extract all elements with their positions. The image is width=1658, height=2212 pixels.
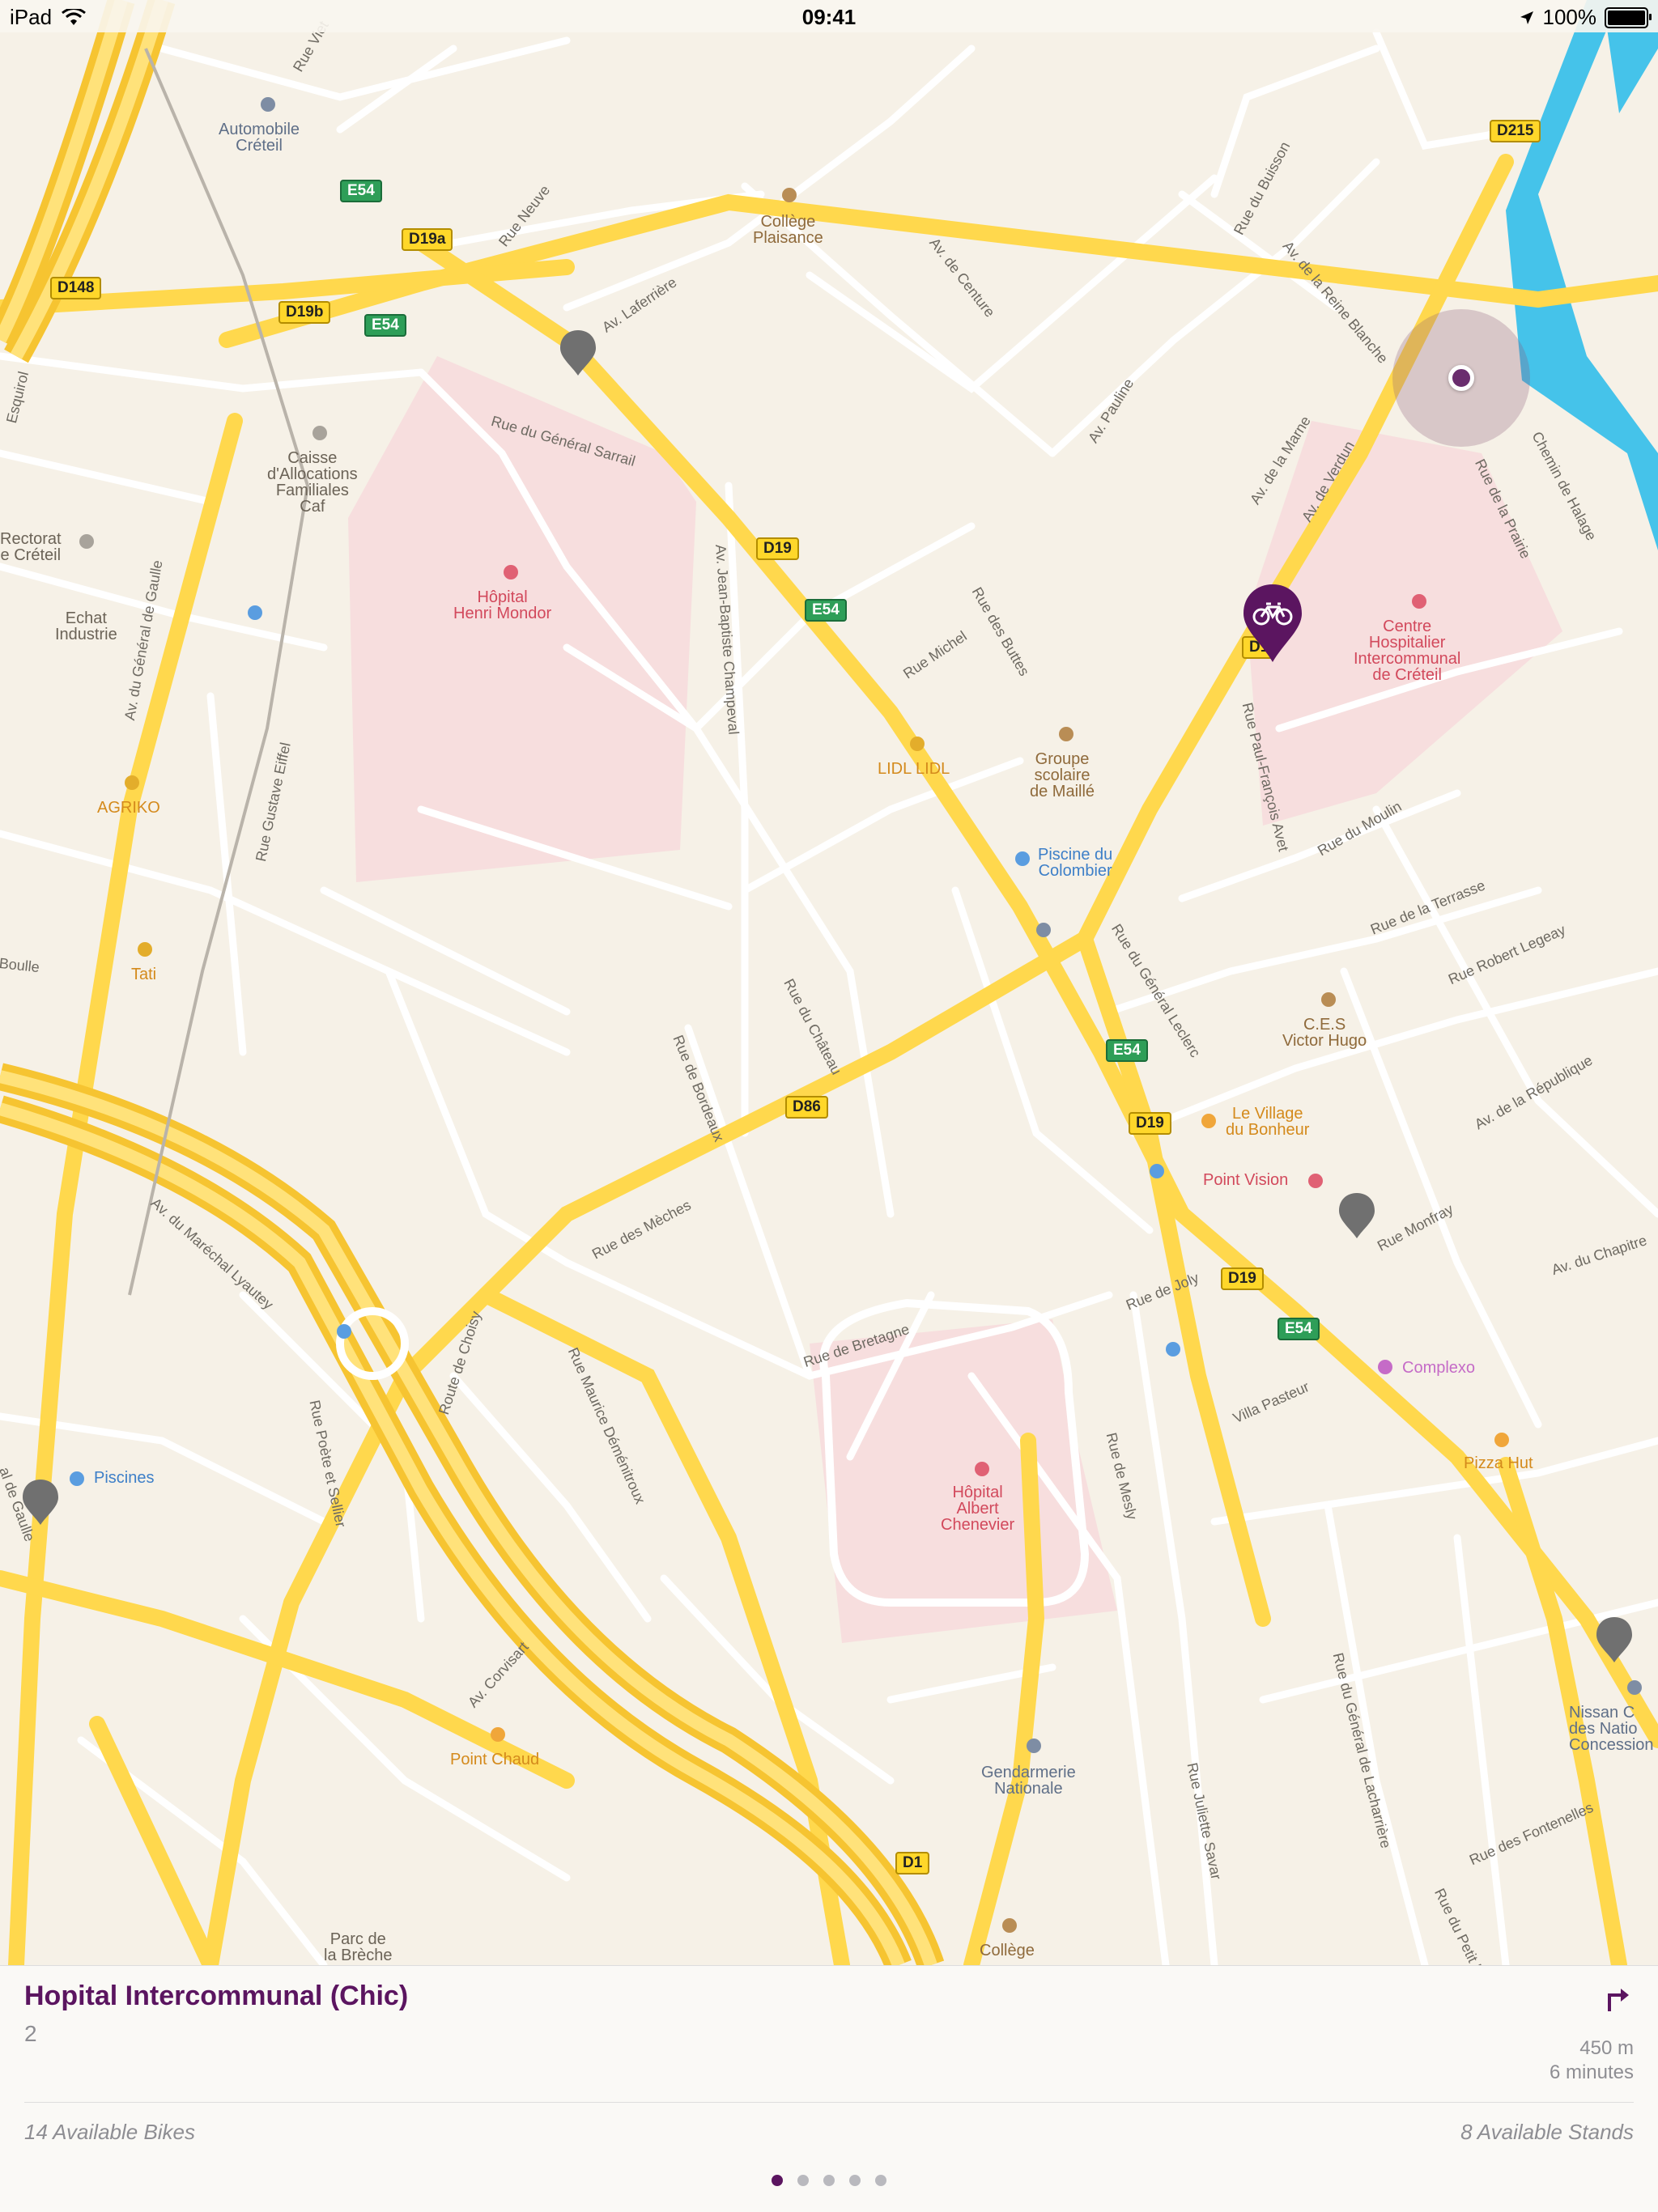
place-caisse-allocations[interactable]: Caisse d'Allocations Familiales Caf xyxy=(267,450,358,515)
car-icon xyxy=(261,97,275,112)
page-dot[interactable] xyxy=(823,2175,835,2186)
train-icon xyxy=(337,1324,351,1339)
map-view[interactable]: Automobile Créteil Collège Plaisance Hôp… xyxy=(0,0,1658,1965)
place-ces-victor-hugo[interactable]: C.E.S Victor Hugo xyxy=(1282,1017,1367,1049)
place-lidl[interactable]: LIDL LIDL xyxy=(878,761,950,777)
station-number: 2 xyxy=(24,2021,37,2046)
place-tati[interactable]: Tati xyxy=(131,966,156,983)
place-rectorat[interactable]: Rectorat e Créteil xyxy=(0,531,62,563)
car-icon xyxy=(1627,1680,1642,1695)
hospital-icon xyxy=(504,565,518,580)
place-piscines[interactable]: Piscines xyxy=(94,1470,154,1486)
page-indicator[interactable] xyxy=(0,2175,1658,2186)
building-icon xyxy=(79,534,94,549)
road-shield-d215: D215 xyxy=(1490,120,1541,142)
page-dot[interactable] xyxy=(875,2175,886,2186)
selected-station-bike-pin[interactable] xyxy=(1244,584,1302,662)
police-icon xyxy=(1027,1739,1041,1753)
hospital-icon xyxy=(1412,594,1426,609)
road-shield-e54: E54 xyxy=(805,599,847,622)
place-hopital-henri-mondor[interactable]: Hôpital Henri Mondor xyxy=(453,589,551,622)
swimming-icon xyxy=(70,1471,84,1486)
shopping-icon xyxy=(125,775,139,790)
place-pizza-hut[interactable]: Pizza Hut xyxy=(1464,1455,1533,1471)
page-dot[interactable] xyxy=(849,2175,861,2186)
bakery-icon xyxy=(491,1727,505,1742)
restaurant-icon xyxy=(1494,1433,1509,1447)
place-groupe-scolaire[interactable]: Groupe scolaire de Maillé xyxy=(1030,751,1095,800)
station-pin[interactable] xyxy=(1339,1193,1375,1238)
road-shield-d19: D19 xyxy=(1129,1112,1171,1135)
station-pin[interactable] xyxy=(560,330,596,376)
road-shield-e54: E54 xyxy=(340,180,382,202)
place-automobile-creteil[interactable]: Automobile Créteil xyxy=(219,121,300,154)
shopping-icon xyxy=(910,737,925,751)
place-echat-industrie[interactable]: Echat Industrie xyxy=(55,610,117,643)
available-stands: 8 Available Stands xyxy=(1460,2120,1634,2144)
road-shield-d86: D86 xyxy=(785,1096,828,1119)
place-point-chaud[interactable]: Point Chaud xyxy=(450,1751,539,1768)
shopping-icon xyxy=(138,942,152,957)
station-pin[interactable] xyxy=(23,1480,58,1525)
restaurant-icon xyxy=(1201,1114,1216,1128)
clock: 09:41 xyxy=(801,5,857,29)
road-shield-d19a: D19a xyxy=(402,228,453,251)
location-arrow-icon xyxy=(1520,11,1533,24)
place-piscine-colombier[interactable]: Piscine du Colombier xyxy=(1038,847,1112,879)
battery-percentage: 100% xyxy=(1542,5,1597,29)
available-bikes: 14 Available Bikes xyxy=(24,2120,196,2144)
place-parc-breche[interactable]: Parc de la Brèche xyxy=(324,1931,393,1964)
place-nissan[interactable]: Nissan C des Natio Concession xyxy=(1569,1705,1654,1753)
road-shield-d19: D19 xyxy=(1221,1267,1264,1290)
place-hopital-albert-chenevier[interactable]: Hôpital Albert Chenevier xyxy=(941,1484,1014,1533)
status-bar: iPad 09:41 100% xyxy=(0,0,1658,32)
page-dot[interactable] xyxy=(772,2175,783,2186)
swimming-icon xyxy=(1015,851,1030,866)
station-name: Hopital Intercommunal (Chic) xyxy=(24,1981,409,2011)
divider xyxy=(24,2102,1634,2103)
hospital-icon xyxy=(975,1462,989,1476)
fuel-icon xyxy=(1150,1164,1164,1178)
map-canvas xyxy=(0,0,1658,1965)
place-chic[interactable]: Centre Hospitalier Intercommunal de Crét… xyxy=(1354,618,1460,683)
place-college-bottom[interactable]: Collège xyxy=(980,1942,1035,1959)
road-shield-e54: E54 xyxy=(1106,1039,1148,1062)
place-gendarmerie[interactable]: Gendarmerie Nationale xyxy=(981,1764,1076,1797)
school-icon xyxy=(1002,1918,1017,1933)
road-shield-d19b: D19b xyxy=(278,301,331,324)
place-complexo[interactable]: Complexo xyxy=(1402,1360,1475,1376)
road-shield-d148: D148 xyxy=(50,277,102,299)
cinema-icon xyxy=(1378,1360,1392,1374)
fuel-icon xyxy=(1166,1342,1180,1356)
user-location-dot xyxy=(1448,365,1474,391)
station-detail-card[interactable]: Hopital Intercommunal (Chic) 2 450 m 6 m… xyxy=(0,1965,1658,2212)
road-shield-d19: D19 xyxy=(756,537,799,560)
building-icon xyxy=(312,426,327,440)
page-dot[interactable] xyxy=(797,2175,809,2186)
walking-time: 6 minutes xyxy=(1549,2061,1634,2083)
place-agriko[interactable]: AGRIKO xyxy=(97,800,160,816)
post-office-icon xyxy=(1036,923,1051,937)
optician-icon xyxy=(1308,1174,1323,1188)
school-icon xyxy=(782,188,797,202)
directions-icon[interactable] xyxy=(1601,1982,1634,2015)
station-pin[interactable] xyxy=(1596,1617,1632,1662)
distance: 450 m xyxy=(1579,2037,1634,2059)
road-shield-e54: E54 xyxy=(364,314,406,337)
school-icon xyxy=(1321,992,1336,1007)
battery-icon xyxy=(1605,6,1652,28)
road-shield-e54: E54 xyxy=(1278,1318,1320,1340)
place-point-vision[interactable]: Point Vision xyxy=(1203,1172,1288,1188)
road-shield-d1: D1 xyxy=(895,1852,930,1874)
train-icon xyxy=(248,605,262,620)
place-village-bonheur[interactable]: Le Village du Bonheur xyxy=(1226,1106,1309,1138)
place-college-plaisance[interactable]: Collège Plaisance xyxy=(753,214,823,246)
school-icon xyxy=(1059,727,1073,741)
